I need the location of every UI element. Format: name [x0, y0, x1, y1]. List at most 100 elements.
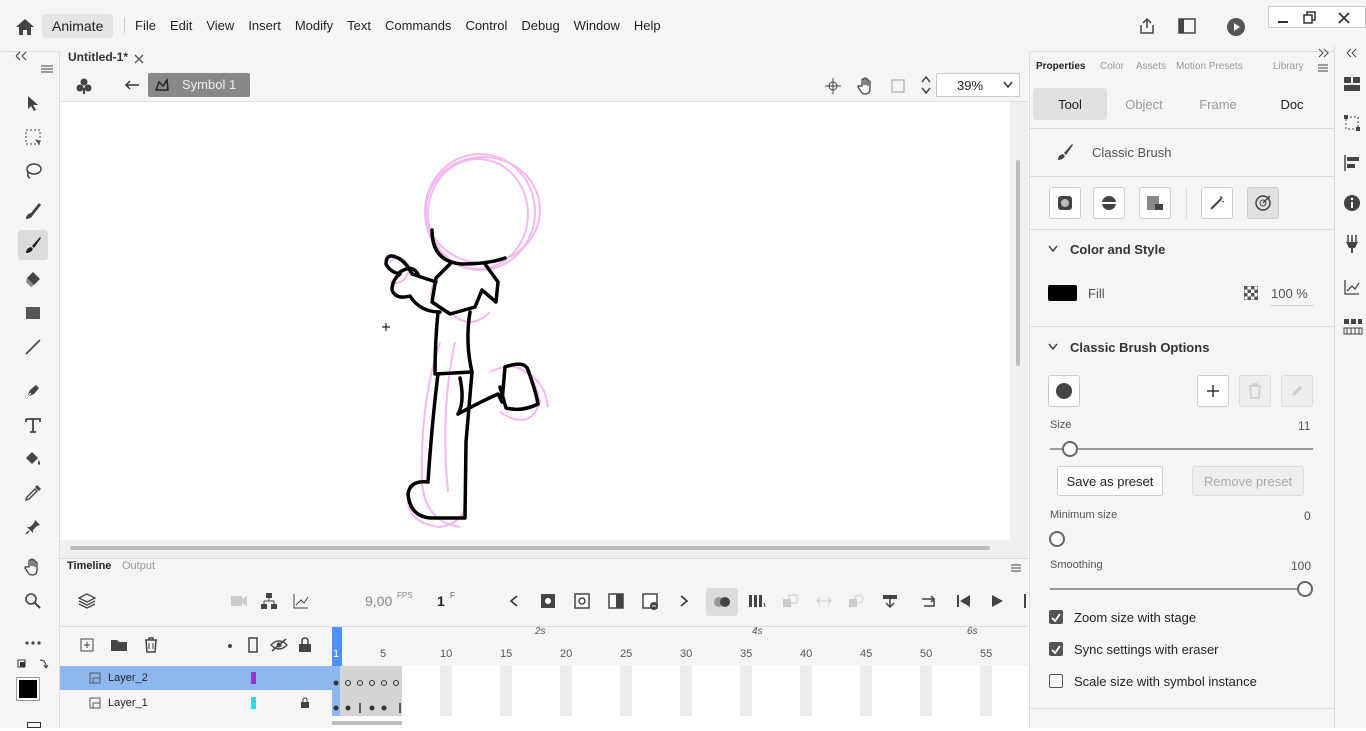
seg-frame[interactable]: Frame — [1181, 88, 1255, 120]
align-left-icon[interactable] — [1343, 154, 1361, 172]
components-icon[interactable] — [1343, 234, 1361, 254]
lock-fill-button[interactable] — [1139, 187, 1171, 219]
pressure-button[interactable] — [1201, 187, 1233, 219]
home-icon[interactable] — [14, 16, 36, 38]
section-brush-options[interactable]: Classic Brush Options — [1070, 340, 1209, 355]
eye-hidden-icon[interactable] — [270, 638, 288, 652]
create-shape-tween-icon[interactable] — [848, 594, 864, 608]
tab-properties[interactable]: Properties — [1036, 61, 1085, 72]
tab-color[interactable]: Color — [1100, 61, 1124, 72]
chevron-down-icon[interactable] — [1048, 343, 1058, 351]
chevron-down-icon[interactable] — [1002, 80, 1014, 90]
fps-value[interactable]: 9,00 — [365, 593, 392, 609]
stage-vertical-scrollbar[interactable] — [1016, 160, 1020, 366]
edit-multiple-frames-icon[interactable] — [748, 594, 766, 608]
smoothing-slider-knob[interactable] — [1297, 581, 1313, 597]
seg-tool[interactable]: Tool — [1033, 88, 1107, 120]
menu-commands[interactable]: Commands — [378, 18, 458, 33]
insert-frame-icon[interactable] — [608, 593, 624, 609]
delete-frame-icon[interactable] — [642, 593, 660, 611]
size-value[interactable]: 11 — [1298, 419, 1310, 433]
layers-icon[interactable] — [78, 592, 96, 610]
fill-color-swatch[interactable] — [1048, 285, 1077, 301]
layer-name[interactable]: Layer_1 — [108, 697, 148, 709]
brush-shape-button[interactable] — [1093, 187, 1125, 219]
layer-parenting-icon[interactable] — [260, 592, 278, 610]
layer-lock-icon[interactable] — [300, 697, 310, 709]
onion-skin-button[interactable] — [706, 588, 738, 616]
brush-mode-button[interactable] — [1049, 187, 1081, 219]
timeline-menu-icon[interactable] — [1010, 563, 1022, 573]
paint-bucket-tool[interactable] — [18, 444, 48, 474]
layer-color-swatch[interactable] — [251, 672, 256, 684]
align-panel-icon[interactable] — [1343, 76, 1361, 92]
share-icon[interactable] — [1138, 17, 1156, 35]
insert-blank-keyframe-icon[interactable] — [574, 593, 590, 609]
stroke-color-swatch[interactable] — [16, 677, 40, 701]
frame-picker-icon[interactable] — [1343, 318, 1363, 336]
insert-keyframe-icon[interactable] — [540, 593, 556, 609]
current-frame[interactable]: 1 — [437, 593, 445, 609]
frame-grid[interactable] — [332, 666, 1028, 728]
menu-insert[interactable]: Insert — [241, 18, 288, 33]
min-size-slider-knob[interactable] — [1049, 531, 1065, 547]
insert-blank-frame-icon[interactable] — [882, 594, 898, 608]
back-arrow-icon[interactable] — [124, 79, 140, 91]
clip-stage-icon[interactable] — [890, 78, 906, 94]
layer-color-swatch[interactable] — [251, 697, 256, 709]
delete-layer-icon[interactable] — [144, 637, 158, 653]
layer-row-layer-1[interactable]: Layer_1 — [60, 691, 332, 715]
smoothing-value[interactable]: 100 — [1291, 559, 1311, 573]
loop-icon[interactable] — [920, 593, 938, 609]
brush-preset-select[interactable] — [1048, 375, 1080, 407]
swap-colors-icon[interactable] — [16, 658, 52, 672]
stage-canvas[interactable] — [60, 102, 1010, 540]
pen-tool[interactable] — [18, 376, 48, 406]
zoom-size-checkbox[interactable] — [1049, 610, 1063, 624]
next-keyframe-icon[interactable] — [678, 594, 690, 608]
motion-editor-icon[interactable] — [1343, 278, 1361, 296]
tilt-button[interactable] — [1247, 187, 1279, 219]
layer-name[interactable]: Layer_2 — [108, 672, 148, 684]
step-forward-icon[interactable] — [1024, 594, 1026, 608]
menu-debug[interactable]: Debug — [514, 18, 566, 33]
create-motion-tween-icon[interactable] — [782, 594, 798, 608]
remove-preset-button[interactable]: Remove preset — [1192, 466, 1304, 496]
tab-motion-presets[interactable]: Motion Presets — [1176, 61, 1243, 72]
menu-modify[interactable]: Modify — [288, 18, 340, 33]
create-classic-tween-icon[interactable] — [816, 594, 832, 608]
collapse-toolbar-icon[interactable] — [14, 50, 54, 64]
seg-object[interactable]: Object — [1107, 88, 1181, 120]
playhead[interactable] — [332, 627, 342, 667]
text-tool[interactable] — [18, 410, 48, 440]
minimize-icon[interactable] — [1277, 13, 1289, 25]
chevron-down-icon[interactable] — [1048, 245, 1058, 253]
test-movie-icon[interactable] — [1226, 17, 1246, 37]
transform-panel-icon[interactable] — [1343, 114, 1361, 132]
menu-help[interactable]: Help — [627, 18, 668, 33]
section-color-and-style[interactable]: Color and Style — [1070, 242, 1165, 257]
menu-edit[interactable]: Edit — [163, 18, 199, 33]
prev-keyframe-icon[interactable] — [508, 594, 520, 608]
tools-menu-icon[interactable] — [40, 64, 54, 74]
alpha-value[interactable]: 100 % — [1271, 286, 1313, 306]
menu-text[interactable]: Text — [340, 18, 378, 33]
sync-eraser-checkbox[interactable] — [1049, 642, 1063, 656]
menu-control[interactable]: Control — [458, 18, 514, 33]
more-tools-button[interactable] — [18, 628, 48, 658]
stage-horizontal-scrollbar[interactable] — [70, 546, 990, 550]
zoom-stepper-icon[interactable] — [920, 74, 932, 96]
menu-file[interactable]: File — [124, 18, 163, 33]
add-preset-button[interactable] — [1197, 375, 1229, 407]
menu-window[interactable]: Window — [567, 18, 627, 33]
panel-layout-icon[interactable] — [1178, 18, 1196, 34]
info-icon[interactable] — [1343, 194, 1361, 212]
snap-center-icon[interactable] — [824, 77, 842, 95]
pin-tool[interactable] — [18, 512, 48, 542]
outline-icon[interactable] — [248, 637, 258, 653]
tab-timeline[interactable]: Timeline — [67, 560, 111, 572]
hand-tool[interactable] — [18, 552, 48, 582]
close-window-icon[interactable] — [1337, 11, 1351, 25]
restore-icon[interactable] — [1303, 11, 1317, 25]
edit-preset-button[interactable] — [1281, 375, 1313, 407]
